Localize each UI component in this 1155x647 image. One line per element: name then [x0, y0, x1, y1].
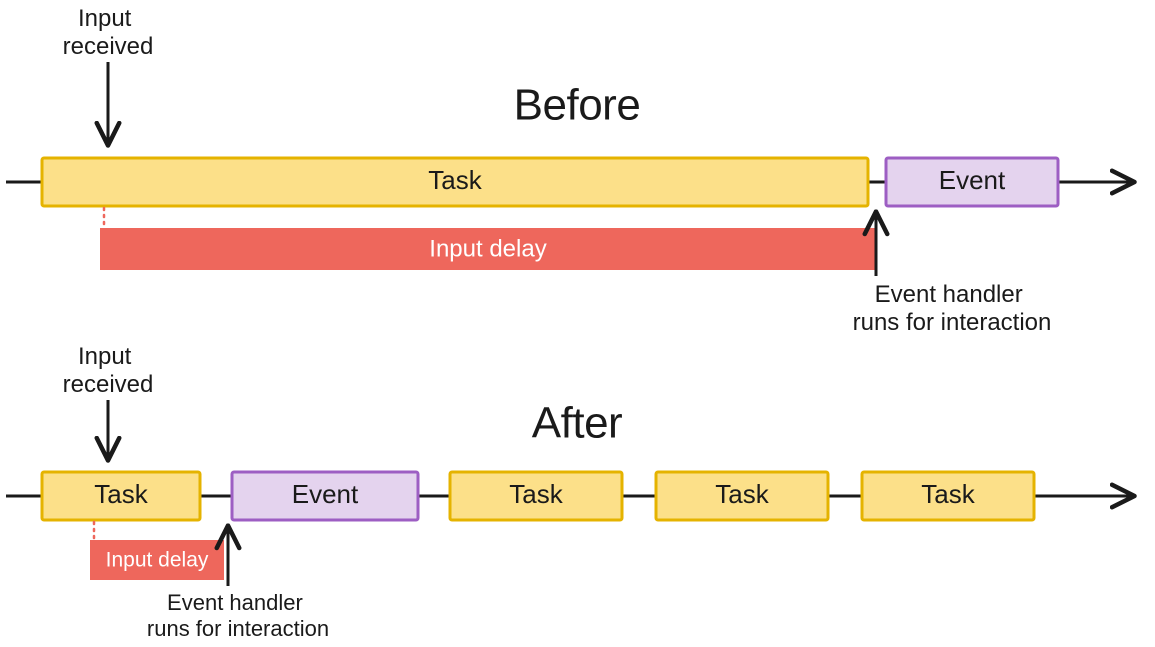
before-delay-label: Input delay [429, 235, 546, 262]
before-section: Before Input received Task Event Input d… [6, 5, 1130, 336]
before-handler-note: Event handler runs for interaction [853, 281, 1052, 336]
before-input-received: Input received [63, 5, 154, 60]
after-task2-label: Task [509, 479, 563, 509]
after-task1-label: Task [94, 479, 148, 509]
after-handler-note: Event handler runs for interaction [147, 590, 329, 641]
after-task3-label: Task [715, 479, 769, 509]
before-task-label: Task [428, 165, 482, 195]
before-event-label: Event [939, 165, 1006, 195]
before-title: Before [514, 81, 641, 130]
timing-diagram: Before Input received Task Event Input d… [0, 0, 1155, 647]
after-delay-label: Input delay [106, 549, 209, 572]
after-title: After [532, 399, 622, 448]
after-section: After Input received Task Event Task Tas… [6, 343, 1130, 640]
after-event-label: Event [292, 479, 359, 509]
after-task4-label: Task [921, 479, 975, 509]
after-input-received: Input received [63, 343, 154, 398]
